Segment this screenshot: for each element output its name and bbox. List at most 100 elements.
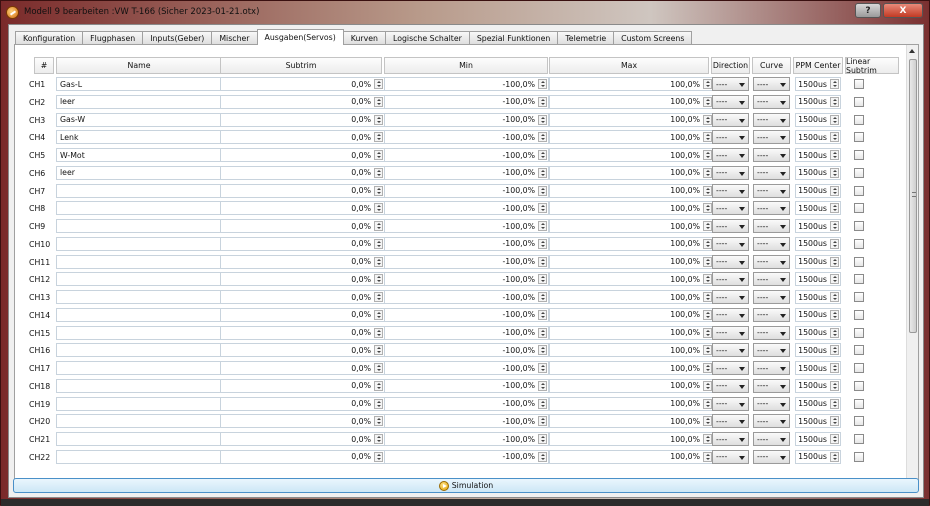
spin-arrows-icon[interactable]: [538, 203, 547, 214]
spin-arrows-icon[interactable]: [830, 309, 839, 320]
spin-arrows-icon[interactable]: [374, 96, 383, 107]
spin-arrows-icon[interactable]: [538, 114, 547, 125]
spin-arrows-icon[interactable]: [830, 150, 839, 160]
direction-select[interactable]: ----: [712, 325, 749, 340]
curve-select[interactable]: ----: [753, 325, 790, 340]
curve-select[interactable]: ----: [753, 94, 790, 109]
linear-subtrim-checkbox[interactable]: [854, 292, 864, 302]
ppm-center-spinbox[interactable]: 1500us: [795, 361, 841, 375]
spin-arrows-icon[interactable]: [538, 274, 547, 285]
name-input[interactable]: [56, 254, 222, 269]
name-input[interactable]: [56, 449, 222, 464]
curve-select[interactable]: ----: [753, 130, 790, 145]
direction-select[interactable]: ----: [712, 219, 749, 233]
min-spinbox[interactable]: -100,0%: [384, 361, 549, 375]
curve-select[interactable]: ----: [753, 148, 790, 162]
curve-select[interactable]: ----: [753, 165, 790, 180]
direction-select[interactable]: ----: [712, 148, 749, 162]
name-input[interactable]: [56, 432, 222, 446]
direction-select[interactable]: ----: [712, 183, 749, 198]
spin-arrows-icon[interactable]: [703, 309, 712, 320]
min-spinbox[interactable]: -100,0%: [384, 165, 549, 180]
spin-arrows-icon[interactable]: [374, 221, 383, 231]
name-input[interactable]: [56, 219, 222, 233]
max-spinbox[interactable]: 100,0%: [549, 272, 714, 287]
linear-subtrim-checkbox[interactable]: [854, 256, 864, 267]
tab-inputs-geber[interactable]: Inputs(Geber): [142, 31, 213, 45]
curve-select[interactable]: ----: [753, 396, 790, 411]
curve-select[interactable]: ----: [753, 183, 790, 198]
subtrim-spinbox[interactable]: 0,0%: [220, 77, 385, 91]
scroll-up-icon[interactable]: [909, 49, 915, 53]
direction-select[interactable]: ----: [712, 396, 749, 411]
max-spinbox[interactable]: 100,0%: [549, 148, 714, 162]
spin-arrows-icon[interactable]: [538, 451, 547, 462]
subtrim-spinbox[interactable]: 0,0%: [220, 165, 385, 180]
spin-arrows-icon[interactable]: [374, 79, 383, 89]
ppm-center-spinbox[interactable]: 1500us: [795, 325, 841, 340]
spin-arrows-icon[interactable]: [703, 380, 712, 391]
ppm-center-spinbox[interactable]: 1500us: [795, 396, 841, 411]
name-input[interactable]: [56, 361, 222, 375]
curve-select[interactable]: ----: [753, 77, 790, 91]
spin-arrows-icon[interactable]: [830, 238, 839, 249]
direction-select[interactable]: ----: [712, 272, 749, 287]
linear-subtrim-checkbox[interactable]: [854, 221, 864, 231]
min-spinbox[interactable]: -100,0%: [384, 272, 549, 287]
ppm-center-spinbox[interactable]: 1500us: [795, 378, 841, 393]
subtrim-spinbox[interactable]: 0,0%: [220, 361, 385, 375]
spin-arrows-icon[interactable]: [374, 292, 383, 302]
curve-select[interactable]: ----: [753, 201, 790, 216]
spin-arrows-icon[interactable]: [538, 416, 547, 427]
subtrim-spinbox[interactable]: 0,0%: [220, 201, 385, 216]
linear-subtrim-checkbox[interactable]: [854, 132, 864, 143]
spin-arrows-icon[interactable]: [830, 274, 839, 285]
name-input[interactable]: leer: [56, 165, 222, 180]
max-spinbox[interactable]: 100,0%: [549, 165, 714, 180]
spin-arrows-icon[interactable]: [538, 398, 547, 409]
tab-spezial-funktionen[interactable]: Spezial Funktionen: [468, 31, 559, 45]
spin-arrows-icon[interactable]: [703, 416, 712, 427]
spin-arrows-icon[interactable]: [830, 345, 839, 356]
direction-select[interactable]: ----: [712, 94, 749, 109]
spin-arrows-icon[interactable]: [830, 132, 839, 143]
subtrim-spinbox[interactable]: 0,0%: [220, 112, 385, 127]
spin-arrows-icon[interactable]: [703, 451, 712, 462]
spin-arrows-icon[interactable]: [374, 185, 383, 196]
linear-subtrim-checkbox[interactable]: [854, 96, 864, 107]
curve-select[interactable]: ----: [753, 432, 790, 446]
min-spinbox[interactable]: -100,0%: [384, 236, 549, 251]
max-spinbox[interactable]: 100,0%: [549, 183, 714, 198]
max-spinbox[interactable]: 100,0%: [549, 432, 714, 446]
max-spinbox[interactable]: 100,0%: [549, 94, 714, 109]
spin-arrows-icon[interactable]: [703, 238, 712, 249]
min-spinbox[interactable]: -100,0%: [384, 432, 549, 446]
ppm-center-spinbox[interactable]: 1500us: [795, 219, 841, 233]
direction-select[interactable]: ----: [712, 290, 749, 304]
curve-select[interactable]: ----: [753, 112, 790, 127]
subtrim-spinbox[interactable]: 0,0%: [220, 414, 385, 429]
spin-arrows-icon[interactable]: [703, 221, 712, 231]
spin-arrows-icon[interactable]: [374, 398, 383, 409]
linear-subtrim-checkbox[interactable]: [854, 238, 864, 249]
spin-arrows-icon[interactable]: [374, 434, 383, 444]
max-spinbox[interactable]: 100,0%: [549, 361, 714, 375]
spin-arrows-icon[interactable]: [538, 292, 547, 302]
direction-select[interactable]: ----: [712, 77, 749, 91]
name-input[interactable]: [56, 343, 222, 358]
spin-arrows-icon[interactable]: [538, 434, 547, 444]
scroll-thumb[interactable]: [909, 59, 917, 333]
direction-select[interactable]: ----: [712, 201, 749, 216]
name-input[interactable]: Lenk: [56, 130, 222, 145]
spin-arrows-icon[interactable]: [703, 256, 712, 267]
spin-arrows-icon[interactable]: [538, 132, 547, 143]
subtrim-spinbox[interactable]: 0,0%: [220, 254, 385, 269]
name-input[interactable]: W-Mot: [56, 148, 222, 162]
subtrim-spinbox[interactable]: 0,0%: [220, 94, 385, 109]
spin-arrows-icon[interactable]: [703, 150, 712, 160]
spin-arrows-icon[interactable]: [374, 309, 383, 320]
spin-arrows-icon[interactable]: [703, 114, 712, 125]
min-spinbox[interactable]: -100,0%: [384, 290, 549, 304]
max-spinbox[interactable]: 100,0%: [549, 77, 714, 91]
close-button[interactable]: X: [883, 3, 923, 18]
